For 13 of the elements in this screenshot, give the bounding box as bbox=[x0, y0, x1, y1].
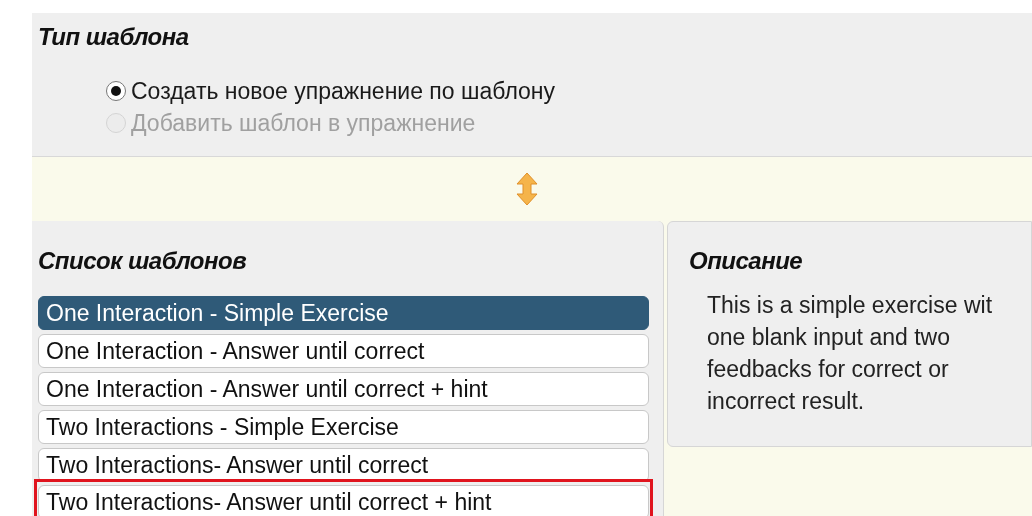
template-list-item[interactable]: One Interaction - Answer until correct + hint bbox=[38, 372, 649, 406]
section-title: Описание bbox=[689, 247, 804, 275]
template-list-item[interactable]: One Interaction - Simple Exercise bbox=[38, 296, 649, 330]
description-text: This is a simple exercise wit one blank input and two feedbacks for correct or incorrect result. bbox=[707, 291, 994, 416]
template-list-item[interactable]: Two Interactions- Answer until correct bbox=[38, 448, 649, 482]
template-list-item[interactable]: Two Interactions - Simple Exercise bbox=[38, 410, 649, 444]
radio-option[interactable]: Создать новое упражнение по шаблону bbox=[106, 75, 1032, 107]
resize-arrows-icon[interactable] bbox=[516, 172, 538, 206]
template-list-item[interactable]: One Interaction - Answer until correct bbox=[38, 334, 649, 368]
section-title: Тип шаблона bbox=[38, 22, 190, 52]
radio-button[interactable] bbox=[106, 81, 126, 101]
template-list-item[interactable]: Two Interactions- Answer until correct + hint bbox=[38, 485, 649, 516]
section-title: Список шаблонов bbox=[38, 247, 248, 275]
